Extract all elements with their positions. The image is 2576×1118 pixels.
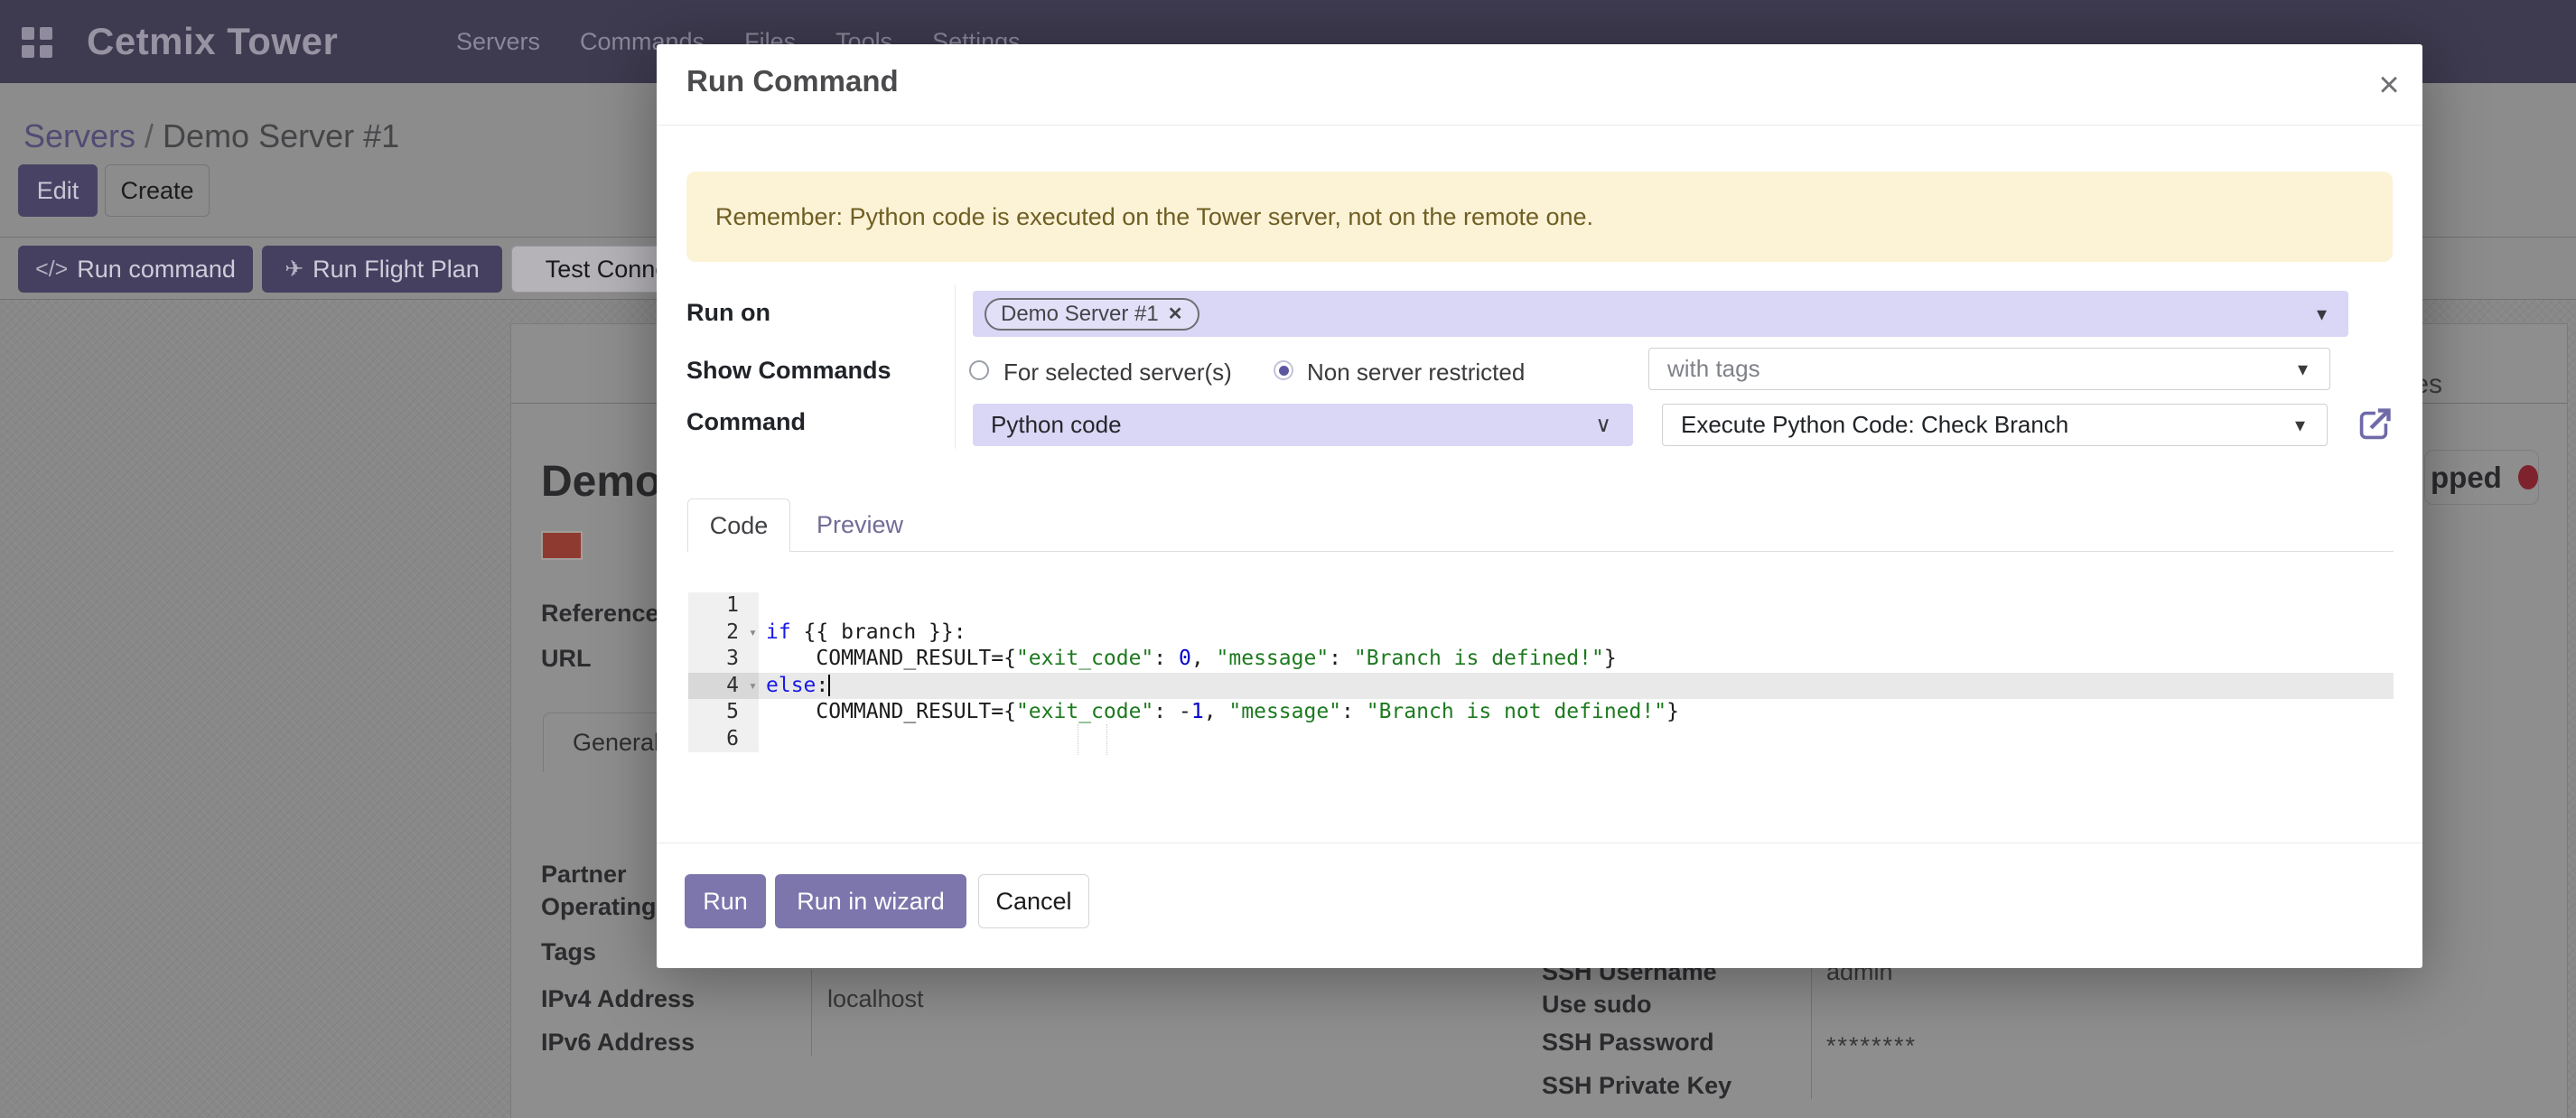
- breadcrumb-current: Demo Server #1: [163, 117, 399, 154]
- status-label-fragment: pped: [2431, 461, 2502, 495]
- breadcrumb: Servers /Demo Server #1: [23, 117, 399, 155]
- warning-banner: Remember: Python code is executed on the…: [686, 172, 2393, 262]
- fold-arrow-icon[interactable]: ▾: [749, 620, 757, 647]
- edit-button[interactable]: Edit: [18, 164, 98, 217]
- code-line[interactable]: [759, 592, 2394, 620]
- label-column-separator: [955, 284, 956, 449]
- ssh-password-label: SSH Password: [1542, 1029, 1714, 1057]
- gutter-line-number[interactable]: 4▾: [688, 673, 759, 700]
- ssh-password-value: ********: [1826, 1032, 1917, 1060]
- apps-menu-icon[interactable]: [22, 27, 52, 58]
- gutter-line-number[interactable]: 6: [688, 726, 759, 753]
- field-separator: [1811, 967, 1812, 1099]
- cancel-button[interactable]: Cancel: [978, 874, 1089, 928]
- modal-title: Run Command: [686, 64, 899, 98]
- breadcrumb-separator: /: [145, 117, 154, 154]
- code-line[interactable]: else:: [759, 673, 2394, 700]
- warning-text: Remember: Python code is executed on the…: [715, 203, 1593, 231]
- chevron-down-icon[interactable]: ▾: [2295, 414, 2305, 437]
- tab-preview[interactable]: Preview: [801, 498, 919, 551]
- editor-code[interactable]: if {{ branch }}: COMMAND_RESULT={"exit_c…: [759, 592, 2394, 752]
- gutter-line-number[interactable]: 1: [688, 592, 759, 620]
- with-tags-select[interactable]: with tags ▾: [1648, 348, 2330, 390]
- gutter-line-number[interactable]: 2▾: [688, 620, 759, 647]
- use-sudo-label: Use sudo: [1542, 991, 1652, 1019]
- plane-icon: ✈: [285, 256, 303, 283]
- radio-for-selected-servers[interactable]: [969, 360, 989, 380]
- server-color-swatch[interactable]: [541, 531, 583, 560]
- status-stopped-dot: [2518, 465, 2538, 489]
- ssh-private-key-label: SSH Private Key: [1542, 1072, 1731, 1100]
- run-on-select[interactable]: Demo Server #1 ✕ ▾: [973, 291, 2348, 337]
- remove-tag-icon[interactable]: ✕: [1168, 303, 1183, 325]
- run-on-label: Run on: [686, 299, 770, 327]
- code-editor[interactable]: 12▾34▾56 if {{ branch }}: COMMAND_RESULT…: [688, 592, 2394, 753]
- partner-label: Partner: [541, 861, 627, 889]
- menu-item-servers[interactable]: Servers: [456, 28, 540, 56]
- text-cursor: [828, 675, 830, 696]
- radio-non-server-restricted[interactable]: [1274, 360, 1293, 380]
- breadcrumb-servers-link[interactable]: Servers: [23, 117, 135, 154]
- code-line[interactable]: [759, 726, 2394, 753]
- chevron-down-icon[interactable]: ▾: [2317, 303, 2327, 326]
- run-on-server-tag[interactable]: Demo Server #1 ✕: [985, 298, 1199, 331]
- reference-label: Reference: [541, 600, 659, 628]
- server-title: Demo: [541, 457, 661, 507]
- code-line[interactable]: COMMAND_RESULT={"exit_code": 0, "message…: [759, 646, 2394, 673]
- editor-gutter: 12▾34▾56: [688, 592, 759, 752]
- create-button[interactable]: Create: [105, 164, 210, 217]
- screen: Cetmix Tower Servers Commands Files Tool…: [0, 0, 2576, 1118]
- app-brand[interactable]: Cetmix Tower: [87, 0, 338, 83]
- modal-header-divider: [657, 125, 2422, 126]
- run-flight-plan-button[interactable]: ✈ Run Flight Plan: [262, 246, 502, 293]
- code-icon: </>: [35, 256, 68, 283]
- fold-arrow-icon[interactable]: ▾: [749, 673, 757, 700]
- close-icon[interactable]: ×: [2366, 62, 2412, 107]
- tags-label: Tags: [541, 938, 596, 966]
- code-line[interactable]: COMMAND_RESULT={"exit_code": -1, "messag…: [759, 699, 2394, 726]
- radio-non-server-restricted-label[interactable]: Non server restricted: [1307, 359, 1525, 387]
- ipv4-label: IPv4 Address: [541, 985, 695, 1013]
- run-command-button[interactable]: </> Run command: [18, 246, 253, 293]
- field-separator: [811, 970, 812, 1056]
- radio-for-selected-servers-label[interactable]: For selected server(s): [1003, 359, 1232, 387]
- command-type-select[interactable]: Python code ∨: [973, 404, 1633, 446]
- show-commands-label: Show Commands: [686, 357, 891, 385]
- gutter-line-number[interactable]: 3: [688, 646, 759, 673]
- ipv4-value: localhost: [827, 985, 924, 1013]
- code-line[interactable]: if {{ branch }}:: [759, 620, 2394, 647]
- run-in-wizard-button[interactable]: Run in wizard: [775, 874, 966, 928]
- gutter-line-number[interactable]: 5: [688, 699, 759, 726]
- tab-code[interactable]: Code: [687, 498, 790, 552]
- ipv6-label: IPv6 Address: [541, 1029, 695, 1057]
- run-command-modal: Run Command × Remember: Python code is e…: [657, 44, 2422, 968]
- external-link-icon[interactable]: [2353, 405, 2394, 451]
- operating-system-label: Operating: [541, 893, 657, 921]
- url-label: URL: [541, 645, 592, 673]
- command-select[interactable]: Execute Python Code: Check Branch ▾: [1662, 404, 2328, 446]
- indent-guide: [1106, 724, 1107, 755]
- chevron-down-icon[interactable]: ∨: [1595, 412, 1611, 438]
- tabbar-border: [687, 551, 2394, 552]
- server-status-badge: pped: [2424, 450, 2539, 505]
- command-label: Command: [686, 408, 806, 436]
- run-button[interactable]: Run: [685, 874, 766, 928]
- chevron-down-icon[interactable]: ▾: [2298, 358, 2308, 381]
